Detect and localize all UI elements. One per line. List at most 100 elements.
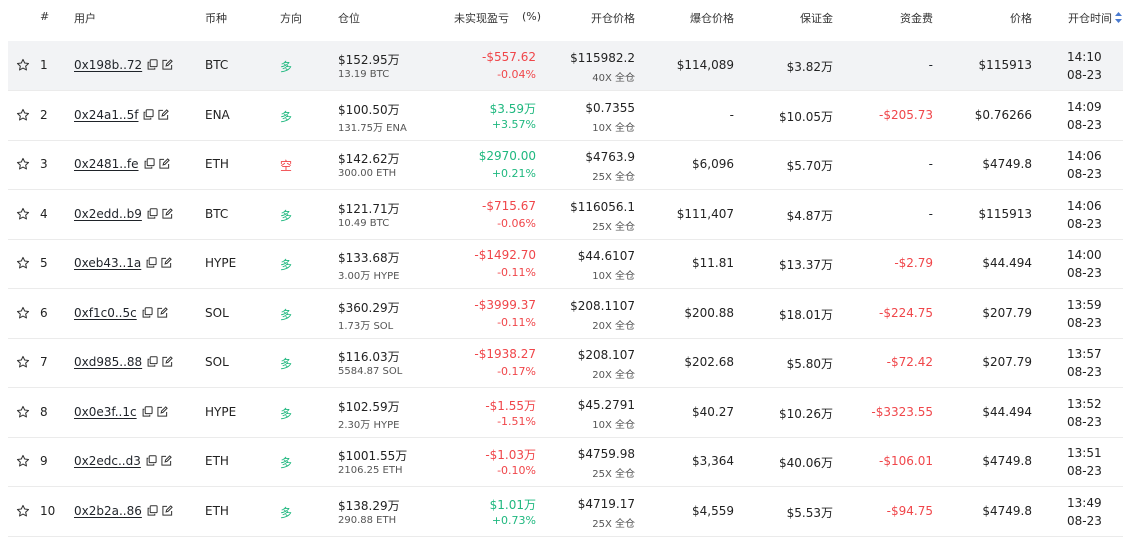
star-icon[interactable] <box>16 306 30 320</box>
user-address-link[interactable]: 0xd985..88 <box>74 355 142 369</box>
copy-icon[interactable] <box>142 307 153 318</box>
liquidation-price: $11.81 <box>692 256 734 270</box>
row-index: 10 <box>40 504 56 518</box>
leverage-mode: 20X 全仓 <box>592 321 635 332</box>
copy-icon[interactable] <box>143 109 155 120</box>
copy-icon[interactable] <box>146 257 157 268</box>
edit-icon[interactable] <box>162 356 173 367</box>
coin-symbol: ETH <box>205 504 229 518</box>
user-address-link[interactable]: 0x0e3f..1c <box>74 405 137 419</box>
liquidation-price: $4,559 <box>692 504 734 518</box>
coin-symbol: SOL <box>205 355 229 369</box>
positions-table: # 用户 币种 方向 仓位 未实现盈亏 (%) 开仓价格 爆仓价格 保证金 资金… <box>0 0 1123 540</box>
liquidation-price: $6,096 <box>692 157 734 171</box>
margin-value: $4.87万 <box>786 209 833 223</box>
funding-fee: - <box>928 207 933 221</box>
copy-icon[interactable] <box>147 356 158 367</box>
position-value: $116.03万 <box>338 350 400 364</box>
copy-icon[interactable] <box>147 505 158 516</box>
unrealized-pnl-pct: -0.17% <box>497 365 536 378</box>
position-value: $360.29万 <box>338 301 400 315</box>
unrealized-pnl: -$1.55万 <box>485 399 536 413</box>
unrealized-pnl: $2970.00 <box>478 149 536 163</box>
user-address-link[interactable]: 0x2481..fe <box>74 157 139 171</box>
user-address-link[interactable]: 0x24a1..5f <box>74 108 138 122</box>
unrealized-pnl-pct: +3.57% <box>491 118 536 131</box>
header-index: # <box>40 10 50 23</box>
unrealized-pnl: -$1938.27 <box>474 347 536 361</box>
copy-icon[interactable] <box>142 406 153 417</box>
entry-price: $115982.2 <box>570 51 635 65</box>
star-icon[interactable] <box>16 256 30 270</box>
table-header: # 用户 币种 方向 仓位 未实现盈亏 (%) 开仓价格 爆仓价格 保证金 资金… <box>0 0 1123 40</box>
unrealized-pnl: $1.01万 <box>489 498 536 512</box>
copy-icon[interactable] <box>147 59 158 70</box>
position-size: 5584.87 SOL <box>338 366 403 377</box>
star-icon[interactable] <box>16 405 30 419</box>
edit-icon[interactable] <box>162 59 173 70</box>
edit-icon[interactable] <box>157 307 168 318</box>
star-icon[interactable] <box>16 157 30 171</box>
open-time: 14:06 <box>1067 199 1102 213</box>
user-address-link[interactable]: 0xf1c0..5c <box>74 306 137 320</box>
margin-value: $5.53万 <box>786 506 833 520</box>
unrealized-pnl: $3.59万 <box>489 102 536 116</box>
direction-label: 多 <box>280 357 293 371</box>
direction-label: 多 <box>280 506 293 520</box>
liquidation-price: $114,089 <box>676 58 734 72</box>
mark-price: $207.79 <box>982 306 1032 320</box>
user-address-link[interactable]: 0x198b..72 <box>74 58 142 72</box>
direction-label: 空 <box>280 159 293 173</box>
edit-icon[interactable] <box>158 158 170 169</box>
edit-icon[interactable] <box>162 505 173 516</box>
user-cell: 0x2481..fe <box>74 157 170 171</box>
position-size: 10.49 BTC <box>338 218 390 229</box>
header-open-time[interactable]: 开仓时间 <box>1068 10 1122 26</box>
sort-icon[interactable] <box>1115 12 1122 23</box>
star-icon[interactable] <box>16 58 30 72</box>
edit-icon[interactable] <box>161 257 173 268</box>
star-icon[interactable] <box>16 207 30 221</box>
funding-fee: -$106.01 <box>879 454 933 468</box>
header-funding: 资金费 <box>900 12 933 25</box>
copy-icon[interactable] <box>147 208 158 219</box>
star-icon[interactable] <box>16 355 30 369</box>
table-row: 4 0x2edd..b9 BTC 多 $121.71万 10.49 BTC -$… <box>8 190 1123 240</box>
unrealized-pnl-pct: -0.10% <box>497 464 536 477</box>
user-address-link[interactable]: 0x2b2a..86 <box>74 504 142 518</box>
position-value: $121.71万 <box>338 202 400 216</box>
leverage-mode: 25X 全仓 <box>592 172 635 183</box>
coin-symbol: HYPE <box>205 405 237 419</box>
star-icon[interactable] <box>16 108 30 122</box>
edit-icon[interactable] <box>161 455 172 466</box>
liquidation-price: $3,364 <box>692 454 734 468</box>
row-index: 3 <box>40 157 48 171</box>
margin-value: $3.82万 <box>786 60 833 74</box>
star-icon[interactable] <box>16 504 30 518</box>
position-value: $142.62万 <box>338 152 400 166</box>
margin-value: $10.05万 <box>779 110 833 124</box>
edit-icon[interactable] <box>157 406 168 417</box>
unrealized-pnl: -$715.67 <box>482 199 536 213</box>
open-time: 14:10 <box>1067 50 1102 64</box>
mark-price: $44.494 <box>982 405 1032 419</box>
copy-icon[interactable] <box>144 158 155 169</box>
unrealized-pnl: -$557.62 <box>482 50 536 64</box>
edit-icon[interactable] <box>162 208 173 219</box>
user-address-link[interactable]: 0xeb43..1a <box>74 256 141 270</box>
direction-label: 多 <box>280 60 293 74</box>
position-size: 290.88 ETH <box>338 515 397 526</box>
edit-icon[interactable] <box>158 109 170 120</box>
open-date: 08-23 <box>1067 266 1102 280</box>
table-row: 7 0xd985..88 SOL 多 $116.03万 5584.87 SOL … <box>8 338 1123 388</box>
leverage-mode: 10X 全仓 <box>592 271 635 282</box>
star-icon[interactable] <box>16 454 30 468</box>
leverage-mode: 25X 全仓 <box>592 469 635 480</box>
open-date: 08-23 <box>1067 167 1102 181</box>
user-address-link[interactable]: 0x2edc..d3 <box>74 454 141 468</box>
table-row: 1 0x198b..72 BTC 多 $152.95万 13.19 BTC -$… <box>8 41 1123 91</box>
copy-icon[interactable] <box>146 455 157 466</box>
user-address-link[interactable]: 0x2edd..b9 <box>74 207 142 221</box>
row-index: 4 <box>40 207 48 221</box>
funding-fee: - <box>928 58 933 72</box>
